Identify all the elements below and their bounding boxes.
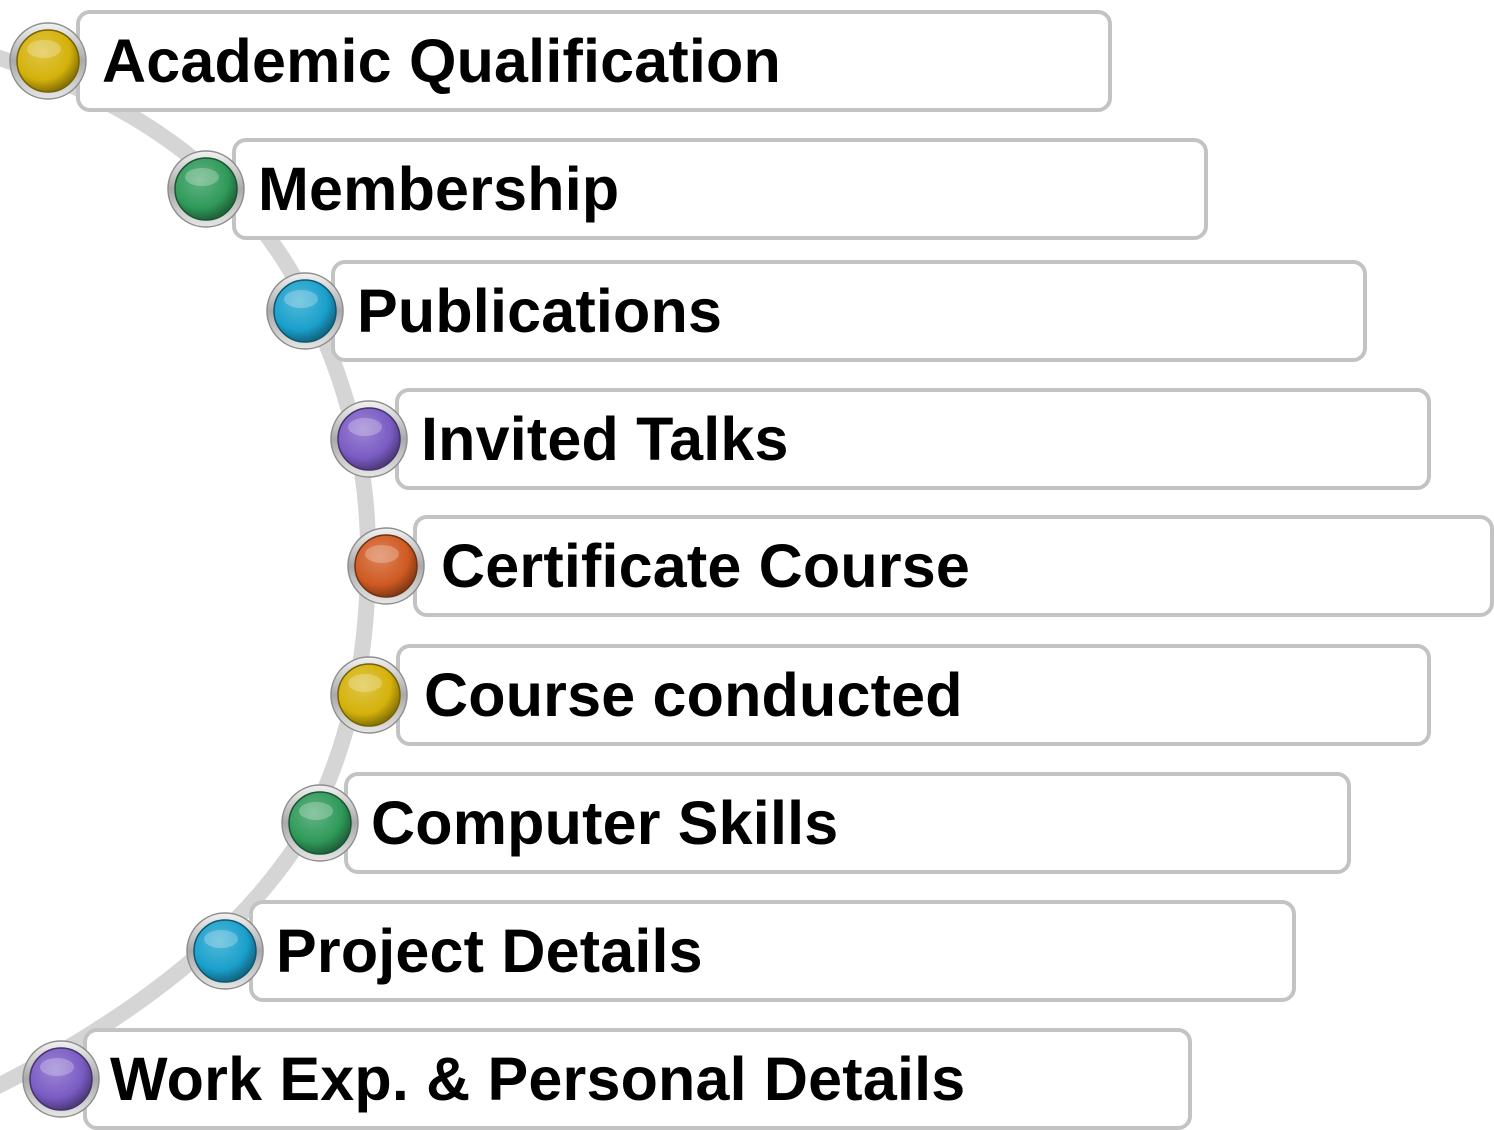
bullet-icon — [166, 149, 246, 229]
bullet-icon — [329, 399, 409, 479]
bullet-icon — [185, 911, 265, 991]
item-label: Project Details — [276, 917, 703, 985]
agenda-diagram: Academic Qualification Membership Public… — [0, 0, 1494, 1130]
bullet-icon — [329, 655, 409, 735]
bullet-icon — [280, 783, 360, 863]
item-label: Certificate Course — [441, 532, 971, 600]
item-label: Computer Skills — [371, 789, 839, 857]
bullet-icon — [265, 271, 345, 351]
item-label: Work Exp. & Personal Details — [110, 1045, 966, 1113]
item-label: Course conducted — [424, 661, 963, 729]
item-label: Publications — [357, 277, 723, 345]
item-label: Academic Qualification — [102, 27, 781, 95]
bullet-icon — [8, 21, 88, 101]
item-label: Invited Talks — [421, 405, 789, 473]
bullet-icon — [21, 1039, 101, 1119]
bullet-icon — [346, 526, 426, 606]
item-label: Membership — [258, 155, 620, 223]
